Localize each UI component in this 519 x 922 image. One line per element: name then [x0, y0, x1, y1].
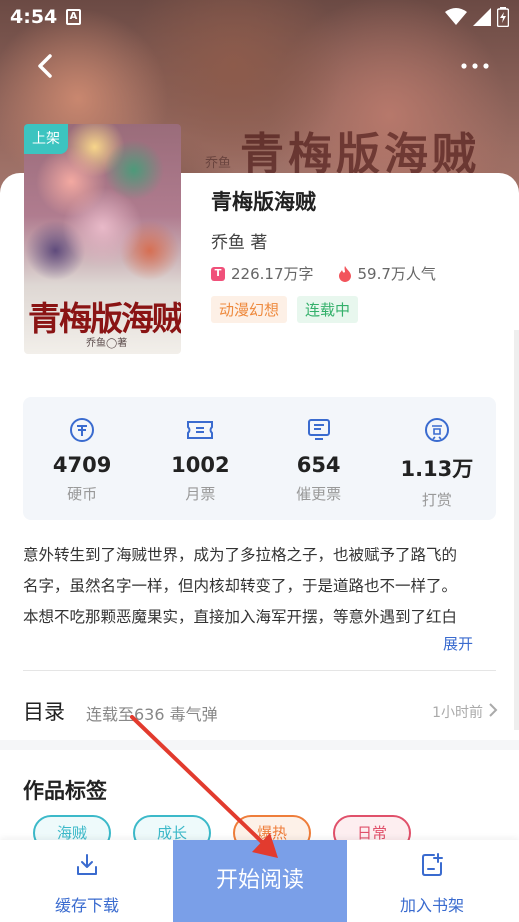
ticket-icon	[187, 421, 214, 439]
stat-label: 催更票	[296, 485, 342, 503]
description-line: 意外转生到了海贼世界，成为了多拉格之子，也被赋予了路飞的	[23, 546, 458, 564]
hero-author-art: 乔鱼	[205, 156, 232, 171]
add-to-shelf-button[interactable]: 加入书架	[372, 852, 492, 916]
update-time: 1小时前	[432, 705, 483, 721]
signal-icon	[473, 8, 491, 26]
back-button[interactable]	[30, 50, 62, 82]
download-label: 缓存下载	[54, 896, 119, 915]
download-button[interactable]: 缓存下载	[27, 852, 147, 916]
book-description[interactable]: 意外转生到了海贼世界，成为了多拉格之子，也被赋予了路飞的 名字，虽然名字一样，但…	[23, 540, 497, 633]
book-author[interactable]: 乔鱼 著	[211, 228, 267, 253]
toc-title: 目录	[23, 700, 65, 724]
add-bookmark-icon	[422, 853, 443, 876]
battery-icon	[497, 7, 509, 27]
latest-chapter: 连载至636 毒气弹	[86, 705, 218, 724]
wifi-icon	[445, 8, 467, 25]
stat-value: 654	[296, 453, 341, 477]
status-time: 4:54	[10, 6, 58, 28]
work-tags-title: 作品标签	[23, 779, 107, 803]
cover-title: 青梅版海贼	[28, 299, 181, 338]
status-icons	[445, 7, 509, 27]
stat-coins[interactable]: 4709 硬币	[23, 397, 141, 520]
stat-monthly-ticket[interactable]: 1002 月票	[141, 397, 259, 520]
fire-icon	[338, 265, 351, 282]
book-title: 青梅版海贼	[211, 190, 316, 214]
table-of-contents-row[interactable]: 目录 连载至636 毒气弹 1小时前	[0, 686, 519, 736]
popularity: 59.7万人气	[357, 265, 436, 283]
add-to-shelf-label: 加入书架	[399, 896, 464, 915]
book-tags: 动漫幻想 连载中	[211, 296, 359, 323]
section-separator	[0, 740, 519, 750]
stat-value: 4709	[52, 453, 112, 477]
notification-icon: A	[66, 9, 81, 25]
genre-tag[interactable]: 动漫幻想	[211, 296, 288, 323]
coin-icon	[70, 418, 95, 442]
update-request-icon	[307, 419, 330, 440]
stat-update-request[interactable]: 654 催更票	[260, 397, 378, 520]
description-line: 本想不吃那颗恶魔果实，直接加入海军开摆，等意外遇到了红白	[23, 608, 458, 626]
more-options-button[interactable]	[459, 56, 491, 76]
scroll-edge	[514, 330, 519, 730]
bottom-action-bar: 缓存下载 开始阅读 加入书架	[0, 840, 519, 922]
cover-badge: 上架	[24, 124, 68, 154]
word-count-icon: T	[211, 266, 225, 281]
download-icon	[77, 854, 97, 875]
stat-value: 1002	[171, 453, 230, 477]
stat-value: 1.13万	[400, 457, 474, 481]
stat-tip[interactable]: 1.13万 打赏	[378, 397, 496, 520]
divider	[23, 670, 496, 671]
stat-label: 月票	[185, 485, 216, 503]
status-badge: 连载中	[297, 296, 359, 323]
cover-author: 乔鱼◯著	[86, 338, 128, 349]
stat-label: 硬币	[67, 485, 98, 503]
stats-panel: 4709 硬币 1002 月票 654 催更票 1.13万 打赏	[23, 397, 496, 520]
status-bar: 4:54 A	[0, 0, 519, 34]
book-meta: T 226.17万字 59.7万人气	[211, 263, 436, 284]
start-reading-button[interactable]: 开始阅读	[173, 840, 347, 922]
stat-label: 打赏	[421, 491, 452, 509]
description-line: 名字，虽然名字一样，但内核却转变了，于是道路也不一样了。	[23, 577, 458, 595]
book-cover[interactable]: 上架 青梅版海贼 乔鱼◯著	[24, 124, 181, 354]
chevron-right-icon	[489, 703, 498, 717]
word-count: 226.17万字	[231, 265, 314, 283]
expand-description-button[interactable]: 展开	[443, 633, 473, 654]
tip-icon	[424, 418, 449, 442]
